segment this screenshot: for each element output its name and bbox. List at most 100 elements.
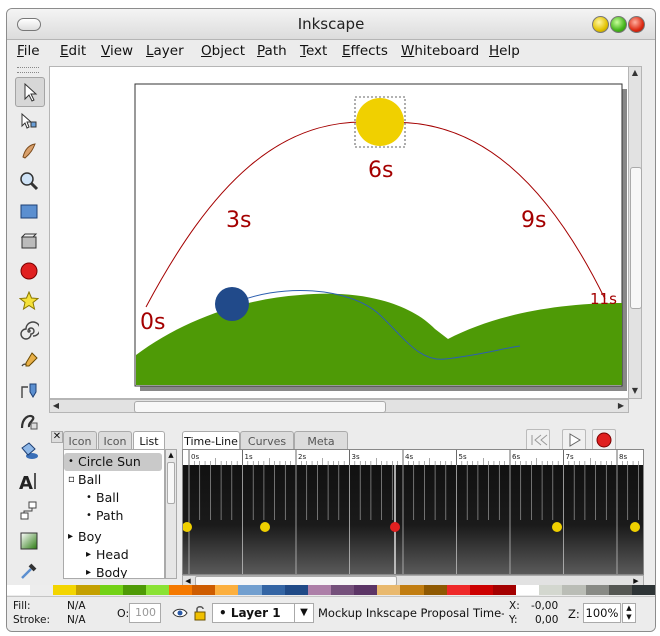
menu-view[interactable]: View bbox=[101, 43, 133, 59]
maximize-button[interactable] bbox=[610, 16, 627, 33]
menu-effects[interactable]: Effects bbox=[342, 43, 388, 59]
zoom-spinner[interactable]: ▲ ▼ bbox=[622, 603, 636, 623]
pencil-tool-icon[interactable] bbox=[15, 347, 43, 375]
color-swatch[interactable] bbox=[284, 585, 309, 595]
object-tree-scrollbar[interactable]: ▲ bbox=[165, 449, 177, 579]
keyframe-marker[interactable] bbox=[260, 522, 270, 532]
title-bar[interactable]: Inkscape bbox=[7, 9, 655, 40]
color-swatch[interactable] bbox=[192, 585, 216, 595]
pen-tool-icon[interactable] bbox=[15, 377, 43, 405]
lock-icon[interactable] bbox=[193, 605, 207, 621]
menu-file[interactable]: File bbox=[17, 43, 40, 59]
tree-bullet-icon[interactable]: ▸ bbox=[68, 528, 73, 546]
record-button[interactable] bbox=[592, 429, 616, 451]
keyframe-marker[interactable] bbox=[390, 522, 400, 532]
color-swatch[interactable] bbox=[354, 585, 378, 595]
color-swatch[interactable] bbox=[469, 585, 494, 595]
menu-text[interactable]: Text bbox=[300, 43, 327, 59]
close-button[interactable] bbox=[628, 16, 645, 33]
scroll-left-icon[interactable]: ◀ bbox=[50, 400, 62, 412]
color-swatch[interactable] bbox=[400, 585, 425, 595]
chevron-down-icon[interactable]: ▼ bbox=[294, 604, 313, 622]
color-swatch[interactable] bbox=[215, 585, 239, 595]
selector-tool-icon[interactable] bbox=[15, 77, 45, 107]
play-button[interactable] bbox=[562, 429, 586, 451]
zoom-tool-icon[interactable] bbox=[15, 167, 43, 195]
color-swatch[interactable] bbox=[539, 585, 563, 595]
rewind-button[interactable] bbox=[526, 429, 550, 451]
object-row-boy[interactable]: ▸ Boy bbox=[64, 528, 162, 546]
ellipse-tool-icon[interactable] bbox=[15, 257, 43, 285]
color-swatch[interactable] bbox=[585, 585, 610, 595]
drawing-canvas[interactable]: 0s 3s 6s 9s 11s bbox=[49, 66, 629, 399]
node-tool-icon[interactable] bbox=[15, 107, 43, 135]
keyframe-marker[interactable] bbox=[552, 522, 562, 532]
fill-value[interactable]: N/A bbox=[67, 600, 86, 612]
menu-object[interactable]: Object bbox=[201, 43, 245, 59]
tree-bullet-icon[interactable]: • bbox=[86, 489, 92, 507]
object-row-circle-sun[interactable]: • Circle Sun bbox=[64, 453, 162, 471]
timeline-track-area[interactable]: 0s1s2s3s4s5s6s7s8s9s10s bbox=[182, 449, 644, 575]
color-swatch[interactable] bbox=[7, 585, 31, 595]
color-swatch[interactable] bbox=[493, 585, 517, 595]
keyframe-marker[interactable] bbox=[630, 522, 640, 532]
menu-layer[interactable]: Layer bbox=[146, 43, 184, 59]
horizontal-scroll-thumb[interactable] bbox=[134, 401, 386, 413]
calligraphy-tool-icon[interactable] bbox=[15, 407, 43, 435]
tree-bullet-icon[interactable]: • bbox=[68, 453, 74, 471]
color-swatch[interactable] bbox=[377, 585, 401, 595]
box-3d-tool-icon[interactable] bbox=[15, 227, 43, 255]
panel-close-icon[interactable]: ✕ bbox=[51, 431, 63, 443]
tree-bullet-icon[interactable]: ▫ bbox=[68, 471, 75, 489]
color-swatch[interactable] bbox=[423, 585, 448, 595]
color-swatch[interactable] bbox=[53, 585, 77, 595]
color-swatch[interactable] bbox=[608, 585, 633, 595]
ball-circle[interactable] bbox=[215, 287, 249, 321]
tree-scroll-up-icon[interactable]: ▲ bbox=[166, 450, 176, 460]
tweak-tool-icon[interactable] bbox=[15, 137, 43, 165]
color-swatch[interactable] bbox=[122, 585, 147, 595]
color-swatch[interactable] bbox=[169, 585, 193, 595]
color-swatch[interactable] bbox=[562, 585, 587, 595]
eye-icon[interactable] bbox=[172, 606, 188, 620]
text-tool-icon[interactable]: A bbox=[15, 467, 43, 495]
tree-bullet-icon[interactable]: • bbox=[86, 507, 92, 525]
scroll-up-icon[interactable]: ▲ bbox=[629, 67, 641, 79]
color-swatch[interactable] bbox=[145, 585, 170, 595]
color-swatch[interactable] bbox=[631, 585, 655, 595]
tree-bullet-icon[interactable]: ▸ bbox=[86, 564, 91, 578]
tree-scroll-thumb[interactable] bbox=[167, 462, 175, 504]
layer-selector[interactable]: • Layer 1 ▼ bbox=[212, 603, 314, 623]
color-swatch[interactable] bbox=[331, 585, 355, 595]
scroll-right-icon[interactable]: ▶ bbox=[615, 400, 627, 412]
color-swatch[interactable] bbox=[516, 585, 540, 595]
opacity-input[interactable]: 100 bbox=[129, 603, 161, 623]
menu-edit[interactable]: Edit bbox=[60, 43, 86, 59]
object-row-body[interactable]: ▸ Body bbox=[64, 564, 162, 578]
vertical-scroll-thumb[interactable] bbox=[630, 167, 642, 309]
color-swatch[interactable] bbox=[238, 585, 263, 595]
scroll-down-icon[interactable]: ▼ bbox=[629, 385, 641, 397]
connector-tool-icon[interactable] bbox=[15, 497, 43, 525]
object-row-ball[interactable]: • Ball bbox=[64, 489, 162, 507]
object-row-head[interactable]: ▸ Head bbox=[64, 546, 162, 564]
color-swatch[interactable] bbox=[30, 585, 54, 595]
color-swatch[interactable] bbox=[446, 585, 471, 595]
menu-path[interactable]: Path bbox=[257, 43, 287, 59]
dropper-tool-icon[interactable] bbox=[15, 557, 43, 585]
star-tool-icon[interactable] bbox=[15, 287, 43, 315]
spiral-tool-icon[interactable] bbox=[15, 317, 43, 345]
color-swatch[interactable] bbox=[99, 585, 124, 595]
object-row-path[interactable]: • Path bbox=[64, 507, 162, 525]
object-row-ball[interactable]: ▫ Ball bbox=[64, 471, 162, 489]
stroke-value[interactable]: N/A bbox=[67, 614, 86, 626]
zoom-input[interactable]: 100% bbox=[583, 603, 621, 623]
canvas-horizontal-scrollbar[interactable]: ◀ ▶ bbox=[49, 399, 629, 413]
toolbox-grip[interactable] bbox=[17, 67, 39, 73]
paint-bucket-tool-icon[interactable] bbox=[15, 437, 43, 465]
color-swatch[interactable] bbox=[307, 585, 332, 595]
gradient-tool-icon[interactable] bbox=[15, 527, 43, 555]
menu-help[interactable]: Help bbox=[489, 43, 520, 59]
tree-bullet-icon[interactable]: ▸ bbox=[86, 546, 91, 564]
rectangle-tool-icon[interactable] bbox=[15, 197, 43, 225]
